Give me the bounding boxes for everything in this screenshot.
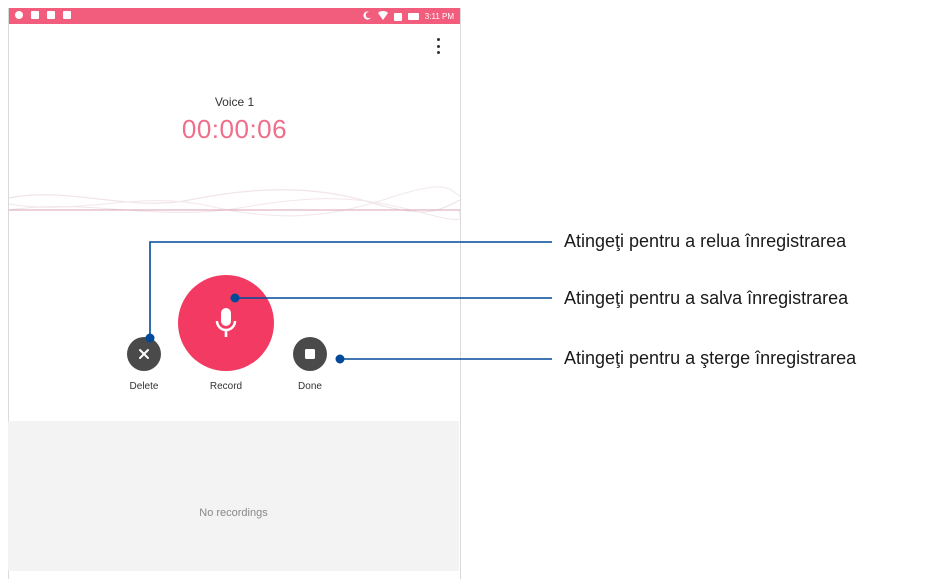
battery-saver-icon — [393, 12, 402, 21]
delete-label: Delete — [129, 381, 159, 392]
wifi-icon — [377, 10, 388, 22]
microphone-icon — [215, 308, 237, 337]
status-bar: 3:11 PM — [9, 8, 460, 24]
battery-icon — [407, 13, 419, 20]
waveform — [9, 186, 460, 220]
recording-timer: 00:00:06 — [181, 114, 288, 144]
empty-state-text: No recordings — [199, 507, 268, 519]
callout-done: Atingeţi pentru a şterge înregistrarea — [564, 348, 857, 368]
status-time: 3:11 PM — [424, 12, 454, 21]
moon-icon — [363, 11, 372, 22]
done-label: Done — [298, 381, 322, 392]
message-icon — [31, 11, 39, 19]
delete-button[interactable] — [127, 337, 161, 371]
callout-record: Atingeţi pentru a salva înregistrarea — [564, 288, 849, 308]
stop-icon — [305, 349, 315, 359]
record-button[interactable] — [178, 275, 274, 371]
recording-name: Voice 1 — [214, 95, 255, 109]
done-button[interactable] — [293, 337, 327, 371]
more-vert-icon[interactable] — [434, 38, 442, 54]
recordings-list: No recordings — [8, 421, 459, 571]
sd-card-icon — [63, 11, 71, 19]
usb-icon — [47, 11, 55, 19]
callout-delete: Atingeţi pentru a relua înregistrarea — [564, 231, 847, 251]
record-label: Record — [209, 381, 243, 392]
close-icon — [139, 349, 149, 359]
mic-status-icon — [15, 11, 23, 19]
